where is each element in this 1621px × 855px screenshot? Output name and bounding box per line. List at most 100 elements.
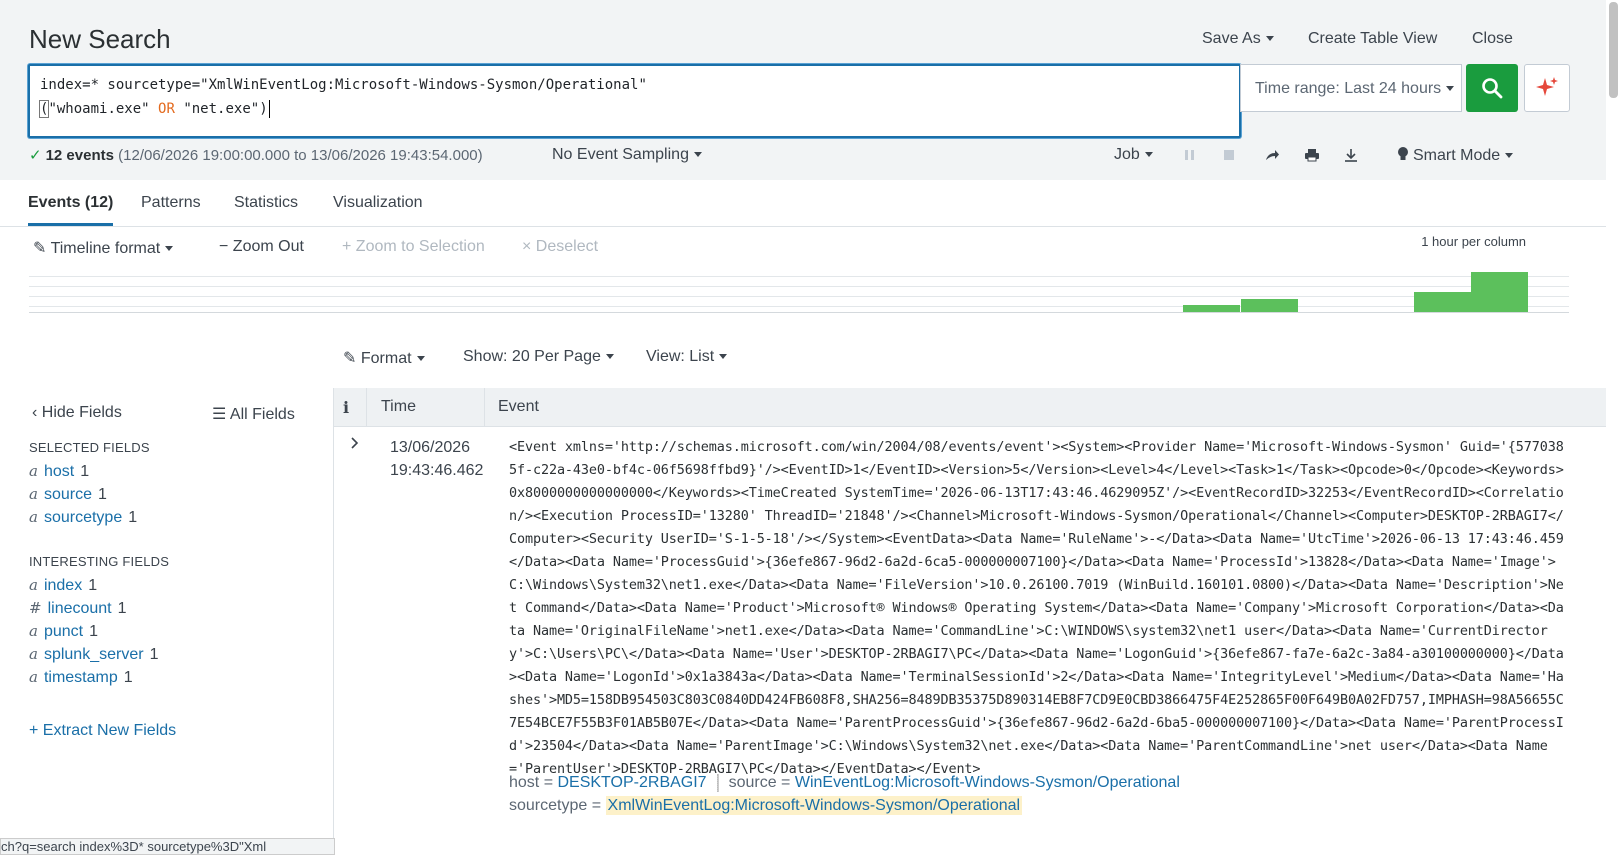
results-tabs: Events (12) Patterns Statistics Visualiz… [0, 180, 1606, 227]
tab-statistics[interactable]: Statistics [234, 194, 298, 212]
field-name: source [43, 486, 92, 503]
search-button[interactable] [1466, 64, 1518, 112]
deselect-label: Deselect [535, 238, 599, 255]
browser-status-url: ch?q=search index%3D* sourcetype%3D"Xml [0, 838, 335, 855]
pause-button[interactable] [1183, 148, 1197, 167]
field-host[interactable]: a host 1 [29, 462, 89, 481]
host-field-label: host = [509, 774, 554, 792]
stop-icon [1224, 150, 1234, 160]
timeline-chart[interactable] [29, 270, 1569, 314]
chevron-down-icon [693, 152, 702, 158]
export-button[interactable] [1343, 148, 1359, 167]
field-sourcetype[interactable]: a sourcetype 1 [29, 508, 137, 527]
timeline-bar[interactable] [1471, 272, 1528, 312]
sourcetype-field-label: sourcetype = [509, 797, 602, 814]
chevron-down-icon [1265, 36, 1274, 42]
text-cursor [268, 100, 270, 118]
field-index[interactable]: a index 1 [29, 576, 97, 595]
event-count: 12 events [45, 147, 114, 164]
chevron-down-icon [1144, 152, 1153, 158]
column-divider [366, 388, 367, 426]
job-menu[interactable]: Job [1114, 146, 1153, 164]
event-sampling-label: No Event Sampling [552, 146, 689, 163]
term-net: "net.exe" [183, 101, 260, 117]
sourcetype-field-value[interactable]: XmlWinEventLog:Microsoft-Windows-Sysmon/… [605, 796, 1023, 815]
list-icon: ☰ [212, 406, 227, 423]
job-label: Job [1114, 146, 1140, 163]
pencil-icon: ✎ [33, 240, 47, 257]
extract-new-fields-link[interactable]: + Extract New Fields [29, 722, 176, 740]
hide-fields-button[interactable]: ‹ Hide Fields [32, 404, 122, 422]
term-whoami: "whoami.exe" [48, 101, 150, 117]
source-field-value[interactable]: WinEventLog:Microsoft-Windows-Sysmon/Ope… [795, 774, 1180, 791]
page-scrollbar[interactable] [1606, 0, 1621, 853]
timeline-format-dropdown[interactable]: ✎ Timeline format [33, 238, 174, 258]
ai-assistant-button[interactable] [1524, 64, 1570, 112]
tab-visualization[interactable]: Visualization [333, 194, 423, 212]
timeline-bar[interactable] [1241, 299, 1298, 312]
search-query-line-1: index=* sourcetype="XmlWinEventLog:Micro… [40, 77, 647, 93]
zoom-out-button[interactable]: − Zoom Out [219, 238, 304, 256]
field-count: 1 [97, 486, 107, 503]
event-sampling-dropdown[interactable]: No Event Sampling [552, 146, 702, 164]
event-time: 13/06/2026 19:43:46.462 [390, 436, 483, 482]
search-mode-dropdown[interactable]: Smart Mode [1397, 146, 1514, 165]
search-input[interactable]: index=* sourcetype="XmlWinEventLog:Micro… [28, 64, 1241, 138]
field-count: 1 [80, 463, 90, 480]
search-query-line-2: ("whoami.exe" OR "net.exe") [38, 100, 270, 118]
timeline-bar[interactable] [1183, 305, 1240, 312]
field-name: sourcetype [43, 509, 123, 526]
time-column-header[interactable]: Time [381, 398, 416, 416]
timeline-baseline [29, 312, 1569, 313]
field-type-icon: a [29, 668, 38, 686]
selected-fields-heading: SELECTED FIELDS [29, 440, 150, 455]
search-status: ✓ 12 events (12/06/2026 19:00:00.000 to 1… [29, 146, 483, 164]
view-label: View: List [646, 348, 715, 365]
expand-row-button[interactable] [350, 436, 360, 455]
field-type-icon: a [29, 576, 38, 594]
field-linecount[interactable]: # linecount 1 [29, 599, 127, 618]
print-button[interactable] [1304, 148, 1320, 167]
tab-patterns[interactable]: Patterns [141, 194, 201, 212]
event-clock: 19:43:46.462 [390, 462, 484, 479]
zoom-to-selection-button[interactable]: + Zoom to Selection [342, 238, 485, 256]
share-button[interactable] [1264, 148, 1280, 167]
timeline-bar[interactable] [1414, 292, 1471, 312]
source-field-label: source = [728, 774, 791, 792]
scrollbar-thumb[interactable] [1609, 2, 1618, 98]
field-source[interactable]: a source 1 [29, 485, 107, 504]
tab-events[interactable]: Events (12) [28, 194, 114, 226]
view-dropdown[interactable]: View: List [646, 348, 728, 366]
field-punct[interactable]: a punct 1 [29, 622, 98, 641]
field-name: timestamp [43, 669, 118, 686]
chevron-down-icon [165, 246, 174, 252]
deselect-button[interactable]: × Deselect [522, 238, 598, 256]
stop-button[interactable] [1222, 148, 1236, 167]
sparkle-icon [1536, 77, 1558, 96]
share-icon [1266, 150, 1279, 160]
field-count: 1 [128, 509, 138, 526]
field-count: 1 [123, 669, 133, 686]
page-title: New Search [29, 24, 171, 54]
interesting-fields-heading: INTERESTING FIELDS [29, 554, 170, 569]
timeline-gridline [29, 306, 1569, 307]
events-table-header: i Time Event [334, 388, 1606, 427]
all-fields-button[interactable]: ☰ All Fields [212, 404, 295, 424]
field-timestamp[interactable]: a timestamp 1 [29, 668, 133, 687]
format-dropdown[interactable]: ✎ Format [343, 348, 425, 368]
close-icon: × [522, 238, 532, 255]
event-raw-text[interactable]: <Event xmlns='http://schemas.microsoft.c… [509, 436, 1565, 781]
save-as-button[interactable]: Save As [1202, 30, 1274, 48]
create-table-view-button[interactable]: Create Table View [1308, 30, 1437, 48]
lightbulb-icon [1398, 147, 1408, 160]
close-button[interactable]: Close [1472, 30, 1513, 48]
field-splunk-server[interactable]: a splunk_server 1 [29, 645, 158, 664]
chevron-down-icon [1505, 153, 1514, 159]
zoom-selection-label: Zoom to Selection [355, 238, 485, 255]
save-as-label: Save As [1202, 30, 1261, 47]
per-page-dropdown[interactable]: Show: 20 Per Page [463, 348, 614, 366]
hide-fields-label: Hide Fields [41, 404, 122, 421]
chevron-right-icon [351, 437, 359, 449]
host-field-value[interactable]: DESKTOP-2RBAGI7 [557, 774, 706, 791]
time-range-picker[interactable]: Time range: Last 24 hours [1240, 64, 1462, 112]
